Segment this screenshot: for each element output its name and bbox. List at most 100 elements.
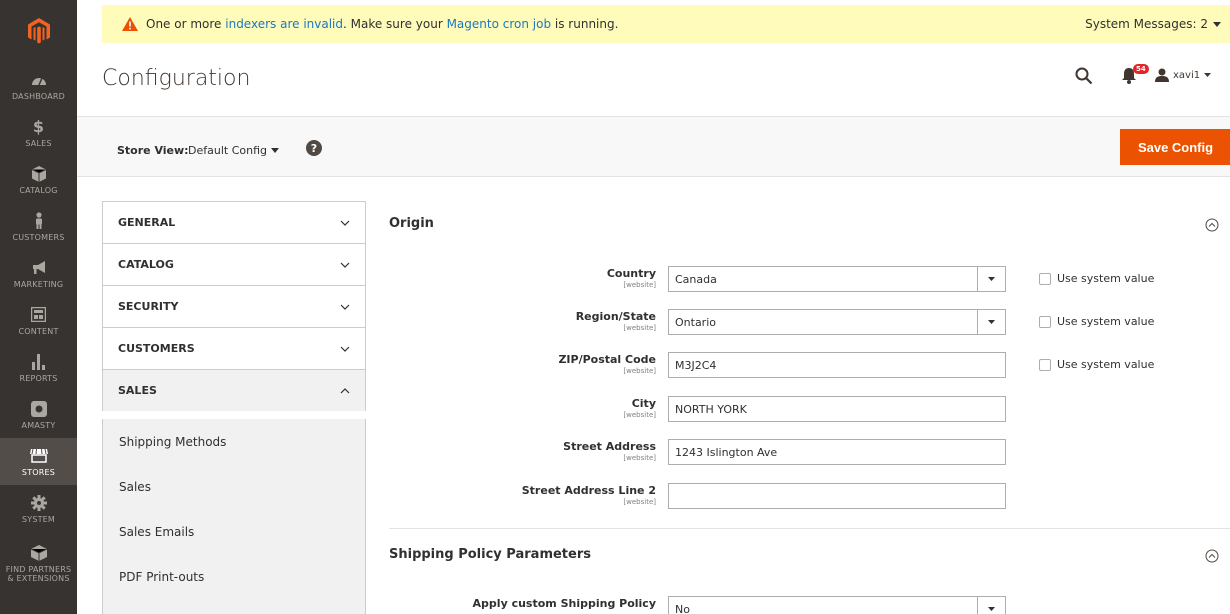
subnav-item-sales-emails[interactable]: Sales Emails [103, 509, 365, 554]
tab-security[interactable]: SECURITY [102, 285, 366, 327]
chevron-up-icon [340, 387, 350, 393]
sidebar-item-label: DASHBOARD [11, 91, 66, 101]
indexers-link[interactable]: indexers are invalid [225, 17, 343, 31]
field-row-region: Region/State [website] Ontario Use syste… [389, 309, 1230, 337]
tab-customers[interactable]: CUSTOMERS [102, 327, 366, 369]
sidebar-item-label: STORES [21, 467, 56, 477]
select-value: Canada [675, 272, 717, 286]
country-select[interactable]: Canada [668, 266, 1006, 292]
sidebar-item-catalog[interactable]: CATALOG [0, 156, 77, 203]
field-label: Country [website] [396, 267, 656, 289]
save-config-button[interactable]: Save Config [1120, 129, 1230, 165]
sidebar-item-label: AMASTY [21, 420, 56, 430]
select-value: Ontario [675, 315, 716, 329]
message-prefix: One or more [146, 17, 226, 31]
message-middle: . Make sure your [343, 17, 447, 31]
cron-job-link[interactable]: Magento cron job [447, 17, 552, 31]
sidebar-item-stores[interactable]: STORES [0, 438, 77, 485]
sidebar-item-label: CATALOG [19, 185, 58, 195]
magento-logo-icon [27, 18, 50, 44]
field-label: Region/State [website] [396, 310, 656, 332]
field-label: Street Address [website] [396, 440, 656, 462]
amasty-icon [30, 400, 48, 418]
origin-section-title[interactable]: Origin [389, 216, 434, 231]
shipping-policy-section-title[interactable]: Shipping Policy Parameters [389, 547, 591, 562]
field-label: City [website] [396, 397, 656, 419]
select-arrow [977, 267, 1005, 291]
sidebar-item-marketing[interactable]: MARKETING [0, 250, 77, 297]
caret-down-icon [270, 148, 279, 153]
subnav-item-shipping-methods[interactable]: Shipping Methods [103, 419, 365, 464]
subnav-item-pdf-print-outs[interactable]: PDF Print-outs [103, 554, 365, 599]
notification-count-badge: 54 [1133, 64, 1149, 74]
system-message-bar: One or more indexers are invalid. Make s… [102, 5, 1230, 43]
store-icon [29, 447, 48, 465]
sidebar-item-label: REPORTS [19, 373, 58, 383]
gear-icon [30, 494, 48, 512]
apply-custom-shipping-policy-select[interactable]: No [668, 596, 1006, 614]
collapse-circle-icon[interactable] [1205, 217, 1219, 236]
bar-chart-icon [30, 353, 48, 371]
megaphone-icon [30, 259, 48, 277]
sidebar-item-dashboard[interactable]: DASHBOARD [0, 62, 77, 109]
field-scope: [website] [623, 411, 656, 419]
input-value: 1243 Islington Ave [675, 445, 778, 459]
sidebar-item-content[interactable]: CONTENT [0, 297, 77, 344]
sidebar-item-find-partners[interactable]: FIND PARTNERS & EXTENSIONS [0, 532, 77, 594]
caret-down-icon [1213, 21, 1221, 27]
admin-sidebar: DASHBOARD $ SALES CATALOG CUSTOMERS MARK… [0, 0, 77, 614]
user-menu[interactable]: xavi1 [1155, 68, 1212, 82]
section-divider [389, 528, 1230, 529]
sidebar-item-amasty[interactable]: AMASTY [0, 391, 77, 438]
use-system-value-checkbox[interactable]: Use system value [1039, 315, 1154, 328]
field-row-zip: ZIP/Postal Code [website] M3J2C4 Use sys… [389, 352, 1230, 380]
partners-icon [30, 544, 48, 562]
checkbox-box[interactable] [1039, 272, 1051, 285]
input-value: M3J2C4 [675, 358, 717, 372]
use-system-value-checkbox[interactable]: Use system value [1039, 272, 1154, 285]
field-label: Street Address Line 2 [website] [396, 484, 656, 506]
field-label: ZIP/Postal Code [website] [396, 353, 656, 375]
checkbox-box[interactable] [1039, 358, 1051, 371]
checkbox-label: Use system value [1057, 272, 1155, 285]
notifications-button[interactable]: 54 [1121, 64, 1149, 88]
sidebar-item-reports[interactable]: REPORTS [0, 344, 77, 391]
store-view-value: Default Config [188, 144, 267, 157]
tab-sales[interactable]: SALES [102, 369, 366, 411]
collapse-circle-icon[interactable] [1205, 548, 1219, 567]
zip-input[interactable]: M3J2C4 [668, 352, 1006, 378]
tab-general[interactable]: GENERAL [102, 201, 366, 243]
city-input[interactable]: NORTH YORK [668, 396, 1006, 422]
street-address-input[interactable]: 1243 Islington Ave [668, 439, 1006, 465]
field-scope: [website] [623, 281, 656, 289]
sidebar-item-customers[interactable]: CUSTOMERS [0, 203, 77, 250]
sidebar-item-label: MARKETING [13, 279, 64, 289]
help-icon[interactable]: ? [306, 140, 322, 160]
sidebar-item-system[interactable]: SYSTEM [0, 485, 77, 532]
system-messages-toggle[interactable]: System Messages: 2 [1085, 17, 1221, 31]
magento-logo[interactable] [0, 0, 77, 62]
street-address-2-input[interactable] [668, 483, 1006, 509]
caret-down-icon [988, 607, 995, 611]
field-label-text: Apply custom Shipping Policy [472, 597, 656, 610]
system-message-text: One or more indexers are invalid. Make s… [146, 17, 618, 31]
sidebar-item-label: CONTENT [18, 326, 59, 336]
checkbox-box[interactable] [1039, 315, 1051, 328]
tab-label: GENERAL [118, 216, 176, 229]
region-select[interactable]: Ontario [668, 309, 1006, 335]
chevron-down-icon [340, 262, 350, 268]
subnav-item-sales[interactable]: Sales [103, 464, 365, 509]
sidebar-item-label: FIND PARTNERS & EXTENSIONS [5, 564, 72, 583]
sidebar-item-sales[interactable]: $ SALES [0, 109, 77, 156]
dashboard-icon [30, 71, 48, 89]
field-scope: [website] [623, 498, 656, 506]
tab-catalog[interactable]: CATALOG [102, 243, 366, 285]
username: xavi1 [1173, 69, 1201, 81]
config-tabs: GENERAL CATALOG SECURITY CUSTOMERS SALES… [102, 201, 366, 614]
store-view-switcher[interactable]: Default Config [188, 144, 279, 157]
search-icon[interactable] [1075, 67, 1093, 89]
person-icon [30, 212, 48, 230]
select-value: No [675, 602, 690, 614]
use-system-value-checkbox[interactable]: Use system value [1039, 358, 1154, 371]
field-scope: [website] [623, 367, 656, 375]
